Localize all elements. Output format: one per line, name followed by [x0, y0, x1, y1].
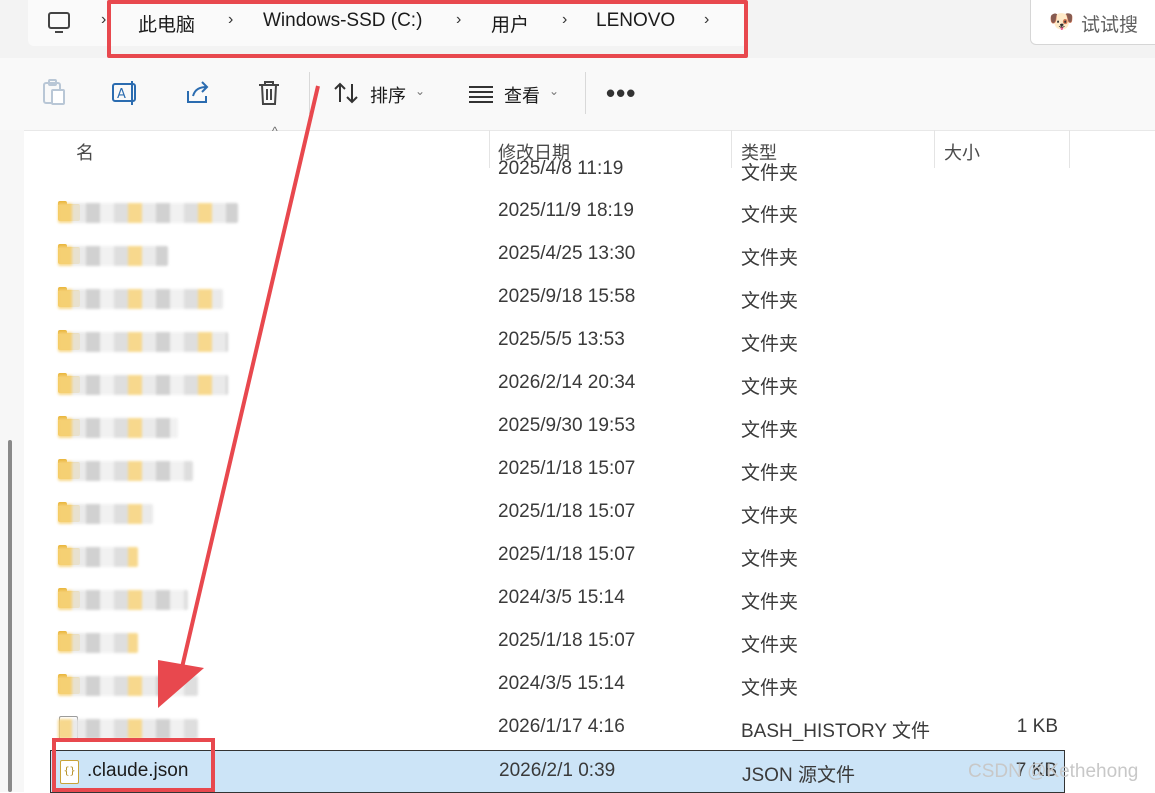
file-row[interactable]: 2024/3/5 15:14 文件夹	[50, 578, 1065, 621]
search-label: 试试搜	[1081, 15, 1139, 36]
redacted-name	[58, 633, 138, 653]
column-divider[interactable]	[1069, 130, 1070, 168]
item-type: 文件夹	[741, 248, 799, 269]
item-type: 文件夹	[741, 377, 799, 398]
item-type: JSON 源文件	[742, 765, 855, 786]
list-item-partial[interactable]: 2025/4/8 11:19 文件夹	[50, 160, 1065, 182]
item-date: 2024/3/5 15:14	[498, 587, 625, 608]
navigation-pane	[0, 130, 24, 792]
item-type: 文件夹	[741, 549, 799, 570]
chevron-right-icon[interactable]: ›	[101, 11, 106, 29]
redacted-name	[58, 547, 138, 567]
item-type: 文件夹	[741, 163, 799, 182]
svg-text:A: A	[117, 87, 126, 102]
more-options-button[interactable]: •••	[606, 78, 636, 109]
item-date: 2025/9/18 15:58	[498, 286, 636, 307]
item-type: 文件夹	[741, 592, 799, 613]
sort-button[interactable]: 排序	[370, 82, 406, 108]
item-type: 文件夹	[741, 291, 799, 312]
file-row[interactable]: 2025/1/18 15:07 文件夹	[50, 621, 1065, 664]
view-icon[interactable]	[466, 76, 500, 110]
redacted-name	[58, 203, 238, 223]
item-date: 2025/1/18 15:07	[498, 458, 636, 479]
paste-icon[interactable]	[37, 76, 71, 110]
item-type: 文件夹	[741, 420, 799, 441]
rename-icon[interactable]: A	[108, 76, 142, 110]
watermark: CSDN @Kethehong	[968, 761, 1139, 782]
item-date: 2025/9/30 19:53	[498, 415, 636, 436]
redacted-name	[58, 590, 188, 610]
item-type: 文件夹	[741, 635, 799, 656]
redacted-name	[58, 418, 178, 438]
redacted-name	[58, 246, 168, 266]
item-type: 文件夹	[741, 506, 799, 527]
item-date: 2025/5/5 13:53	[498, 329, 625, 350]
item-type: 文件夹	[741, 334, 799, 355]
item-type: 文件夹	[741, 678, 799, 699]
item-date: 2025/4/8 11:19	[498, 160, 624, 179]
redacted-name	[58, 676, 198, 696]
view-button[interactable]: 查看	[504, 82, 540, 108]
item-size: 1 KB	[1016, 716, 1058, 737]
item-date: 2026/2/1 0:39	[499, 760, 616, 781]
redacted-name	[58, 719, 198, 739]
item-date: 2026/2/14 20:34	[498, 372, 636, 393]
item-type: 文件夹	[741, 205, 799, 226]
file-row[interactable]: 2025/1/18 15:07 文件夹	[50, 535, 1065, 578]
redacted-name	[58, 375, 228, 395]
item-type: BASH_HISTORY 文件	[741, 721, 931, 742]
redacted-name	[58, 461, 193, 481]
delete-icon[interactable]	[252, 76, 286, 110]
redacted-name	[58, 289, 223, 309]
item-date: 2025/1/18 15:07	[498, 544, 636, 565]
item-date: 2024/3/5 15:14	[498, 673, 625, 694]
file-row[interactable]: 2025/1/18 15:07 文件夹	[50, 449, 1065, 492]
scrollbar-thumb[interactable]	[8, 440, 12, 792]
chevron-down-icon[interactable]: ⌄	[549, 84, 559, 98]
file-row[interactable]: 2025/4/25 13:30 文件夹	[50, 234, 1065, 277]
item-date: 2025/1/18 15:07	[498, 501, 636, 522]
item-date: 2025/11/9 18:19	[498, 200, 634, 221]
file-row[interactable]: 2024/3/5 15:14 文件夹	[50, 664, 1065, 707]
file-row[interactable]: 2025/5/5 13:53 文件夹	[50, 320, 1065, 363]
file-row[interactable]: 2025/9/18 15:58 文件夹	[50, 277, 1065, 320]
redacted-name	[58, 332, 228, 352]
item-date: 2025/1/18 15:07	[498, 630, 636, 651]
annotation-address-highlight	[107, 0, 748, 58]
annotation-file-highlight	[52, 738, 215, 792]
file-row[interactable]: 2025/9/30 19:53 文件夹	[50, 406, 1065, 449]
sort-icon[interactable]	[330, 76, 364, 110]
dog-face-icon: 🐶	[1049, 11, 1074, 33]
toolbar-divider	[309, 72, 310, 114]
item-type: 文件夹	[741, 463, 799, 484]
share-icon[interactable]	[181, 76, 215, 110]
redacted-name	[58, 504, 153, 524]
item-date: 2025/4/25 13:30	[498, 243, 636, 264]
search-box[interactable]: 🐶 试试搜	[1030, 0, 1155, 45]
file-row[interactable]: 2025/1/18 15:07 文件夹	[50, 492, 1065, 535]
file-row[interactable]: 2026/2/14 20:34 文件夹	[50, 363, 1065, 406]
file-row[interactable]: 2025/11/9 18:19 文件夹	[50, 191, 1065, 234]
this-pc-icon[interactable]	[46, 10, 72, 36]
command-bar: A 排序 ⌄ 查看 ⌄ •••	[0, 58, 1155, 131]
toolbar-divider	[585, 72, 586, 114]
item-date: 2026/1/17 4:16	[498, 716, 625, 737]
chevron-down-icon[interactable]: ⌄	[415, 84, 425, 98]
sort-ascending-icon: ^	[272, 124, 278, 138]
